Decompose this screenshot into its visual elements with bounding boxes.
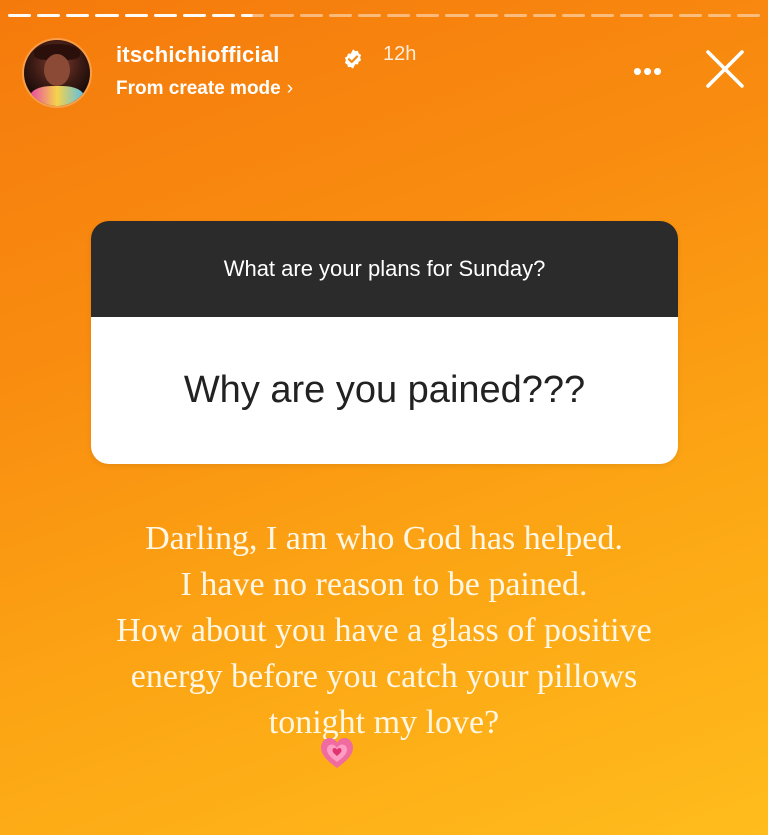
chevron-right-icon: › — [286, 78, 294, 99]
progress-segment — [445, 14, 469, 17]
progress-segment — [299, 14, 323, 17]
progress-segment — [37, 14, 61, 17]
story-progress-bar — [8, 14, 761, 20]
progress-segment — [532, 14, 556, 17]
create-mode-link[interactable]: From create mode › — [116, 78, 293, 100]
question-sticker: What are your plans for Sunday? Why are … — [91, 221, 678, 464]
story-header: itschichiofficial 12h From create mode › … — [24, 40, 748, 106]
progress-segment — [649, 14, 673, 17]
reply-text: Darling, I am who God has helped. I have… — [0, 516, 768, 746]
progress-segment — [474, 14, 498, 17]
reply-line: energy before you catch your pillows — [130, 658, 638, 695]
progress-segment — [153, 14, 177, 17]
create-mode-label: From create mode — [116, 78, 281, 99]
reply-line: How about you have a glass of positive — [116, 612, 652, 649]
progress-segment — [66, 14, 90, 17]
progress-segment — [416, 14, 440, 17]
verified-badge-icon — [344, 49, 362, 69]
close-icon[interactable] — [702, 46, 748, 92]
progress-segment — [241, 14, 265, 17]
avatar-face — [44, 54, 70, 86]
progress-segment — [124, 14, 148, 17]
reply-line: tonight my love? — [268, 704, 500, 741]
progress-segment — [620, 14, 644, 17]
progress-segment — [182, 14, 207, 17]
progress-segment — [736, 14, 761, 17]
question-prompt: What are your plans for Sunday? — [91, 221, 678, 317]
avatar-outfit — [30, 86, 84, 106]
more-options-button[interactable]: ••• — [628, 56, 668, 86]
progress-segment — [503, 14, 527, 17]
profile-avatar[interactable] — [24, 40, 90, 106]
progress-segment — [591, 14, 615, 17]
progress-segment — [95, 14, 119, 17]
progress-segment — [8, 14, 32, 17]
progress-segment — [212, 14, 236, 17]
progress-segment — [357, 14, 382, 17]
reply-line: Darling, I am who God has helped. — [145, 520, 623, 557]
progress-segment — [387, 14, 411, 17]
progress-segment — [561, 14, 586, 17]
username[interactable]: itschichiofficial — [116, 42, 280, 68]
post-time: 12h — [383, 43, 417, 65]
progress-segment — [707, 14, 731, 17]
growing-heart-icon — [321, 738, 353, 768]
progress-segment — [678, 14, 702, 17]
progress-segment — [328, 14, 352, 17]
question-answer: Why are you pained??? — [91, 317, 678, 464]
progress-segment — [270, 14, 294, 17]
reply-line: I have no reason to be pained. — [180, 566, 588, 603]
